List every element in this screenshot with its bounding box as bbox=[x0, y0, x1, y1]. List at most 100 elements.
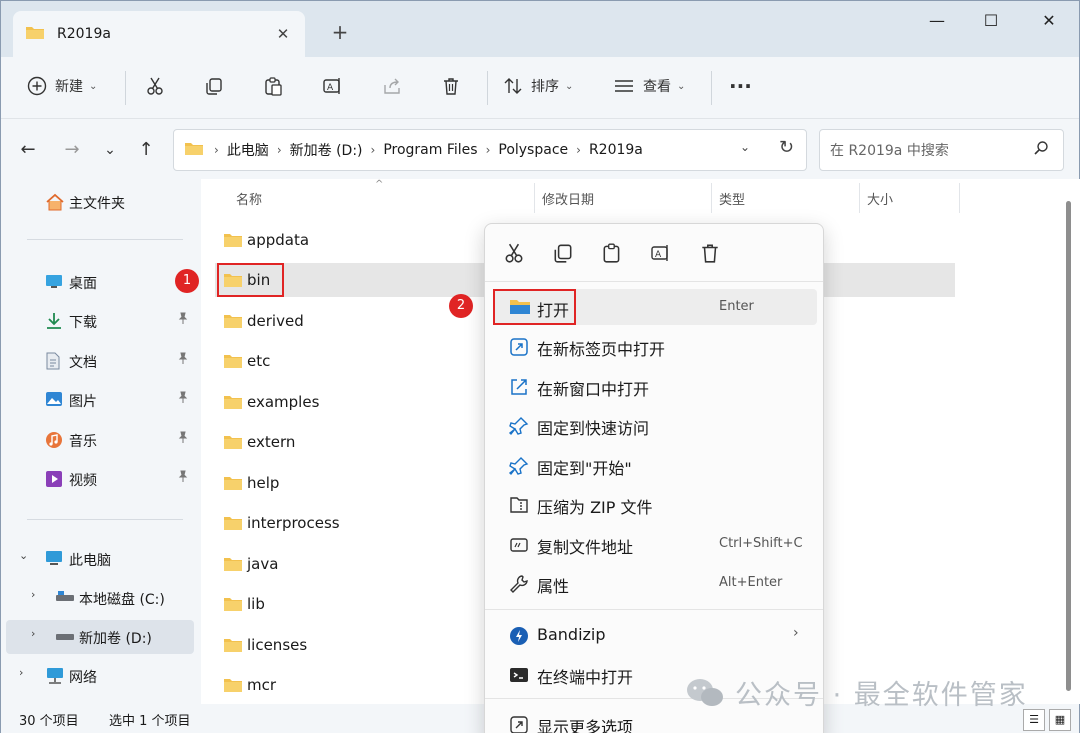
chevron-right-icon[interactable]: › bbox=[19, 666, 23, 679]
sidebar-item-drive-c[interactable]: › 本地磁盘 (C:) bbox=[1, 581, 196, 615]
sidebar-item-documents[interactable]: 文档 bbox=[1, 344, 196, 378]
view-button[interactable]: 查看 ⌄ bbox=[613, 71, 685, 101]
new-tab-icon bbox=[509, 337, 529, 357]
new-tab-button[interactable]: + bbox=[327, 19, 353, 45]
video-icon bbox=[45, 470, 63, 488]
scrollbar-thumb[interactable] bbox=[1066, 201, 1071, 691]
menu-item-compress-zip[interactable]: 压缩为 ZIP 文件 bbox=[493, 486, 817, 522]
folder-icon bbox=[25, 24, 45, 44]
tab-r2019a[interactable]: R2019a ✕ bbox=[13, 11, 305, 57]
up-button[interactable]: ↑ bbox=[133, 137, 159, 163]
refresh-icon[interactable]: ↻ bbox=[779, 137, 794, 158]
recent-locations-button[interactable]: ⌄ bbox=[97, 137, 123, 163]
trash-icon bbox=[444, 78, 458, 95]
back-button[interactable]: ← bbox=[15, 137, 41, 163]
copy-icon[interactable] bbox=[552, 242, 574, 264]
folder-icon bbox=[223, 434, 243, 454]
pin-icon[interactable] bbox=[177, 391, 189, 406]
breadcrumb-polyspace[interactable]: Polyspace bbox=[498, 142, 568, 158]
sidebar-item-downloads[interactable]: 下载 bbox=[1, 304, 196, 338]
sidebar-item-this-pc[interactable]: ⌄ 此电脑 bbox=[1, 542, 196, 576]
close-window-button[interactable]: ✕ bbox=[1029, 7, 1069, 35]
menu-item-label: 在新窗口中打开 bbox=[537, 380, 650, 399]
delete-button[interactable] bbox=[441, 71, 461, 101]
pin-icon[interactable] bbox=[177, 352, 189, 367]
sidebar-item-home[interactable]: 主文件夹 bbox=[1, 185, 196, 219]
maximize-button[interactable]: ☐ bbox=[971, 7, 1011, 35]
menu-item-label: 属性 bbox=[537, 577, 570, 596]
sidebar-item-network[interactable]: › 网络 bbox=[1, 659, 196, 693]
folder-icon bbox=[223, 637, 243, 657]
menu-item-open-new-tab[interactable]: 在新标签页中打开 bbox=[493, 328, 817, 364]
pin-icon[interactable] bbox=[177, 431, 189, 446]
pin-icon[interactable] bbox=[177, 312, 189, 327]
menu-item-label: Bandizip bbox=[537, 625, 606, 644]
desktop-icon bbox=[45, 273, 63, 291]
wechat-logo-icon bbox=[687, 678, 723, 706]
address-bar[interactable]: › 此电脑 › 新加卷 (D:) › Program Files › Polys… bbox=[173, 129, 807, 171]
copy-path-icon bbox=[509, 535, 529, 555]
drive-icon bbox=[55, 589, 74, 607]
plus-circle-icon bbox=[27, 76, 47, 96]
submenu-arrow-icon: › bbox=[793, 625, 799, 641]
chevron-right-icon[interactable]: › bbox=[31, 627, 35, 640]
sidebar-item-pictures[interactable]: 图片 bbox=[1, 383, 196, 417]
cut-button[interactable] bbox=[145, 71, 165, 101]
file-name: extern bbox=[247, 433, 296, 451]
network-icon bbox=[45, 667, 63, 685]
new-button[interactable]: 新建 ⌄ bbox=[27, 71, 97, 101]
menu-item-shortcut: Ctrl+Shift+C bbox=[719, 536, 803, 551]
breadcrumb-r2019a[interactable]: R2019a bbox=[589, 142, 643, 158]
sort-button[interactable]: 排序 ⌄ bbox=[503, 71, 573, 101]
pin-icon[interactable] bbox=[177, 470, 189, 485]
address-dropdown-icon[interactable]: ⌄ bbox=[740, 140, 750, 154]
sidebar-item-desktop[interactable]: 桌面 bbox=[1, 265, 196, 299]
rename-icon[interactable]: A bbox=[650, 242, 672, 264]
menu-item-pin-start[interactable]: 固定到"开始" bbox=[493, 447, 817, 483]
menu-item-open-new-window[interactable]: 在新窗口中打开 bbox=[493, 368, 817, 404]
delete-icon[interactable] bbox=[699, 242, 721, 264]
more-options-button[interactable]: ··· bbox=[729, 71, 752, 101]
copy-button[interactable] bbox=[204, 71, 224, 101]
menu-item-properties[interactable]: 属性 Alt+Enter bbox=[493, 565, 817, 601]
vertical-scrollbar[interactable] bbox=[1065, 201, 1073, 701]
paste-button[interactable] bbox=[263, 71, 283, 101]
details-view-button[interactable]: ☰ bbox=[1023, 709, 1045, 731]
sidebar-item-music[interactable]: 音乐 bbox=[1, 423, 196, 457]
tiles-view-button[interactable]: ▦ bbox=[1049, 709, 1071, 731]
breadcrumb-drive-d[interactable]: 新加卷 (D:) bbox=[290, 140, 363, 160]
copy-icon bbox=[206, 78, 222, 95]
sidebar-item-videos[interactable]: 视频 bbox=[1, 462, 196, 496]
sort-label: 排序 bbox=[531, 79, 559, 95]
chevron-down-icon[interactable]: ⌄ bbox=[19, 549, 28, 562]
sidebar-item-label: 视频 bbox=[69, 473, 97, 489]
share-button[interactable] bbox=[382, 71, 402, 101]
menu-item-bandizip[interactable]: Bandizip › bbox=[493, 617, 817, 653]
column-header-type[interactable]: 类型 bbox=[719, 189, 745, 208]
svg-text:A: A bbox=[655, 250, 662, 260]
menu-item-copy-path[interactable]: 复制文件地址 Ctrl+Shift+C bbox=[493, 526, 817, 562]
minimize-button[interactable]: — bbox=[917, 7, 957, 35]
column-header-modified[interactable]: 修改日期 bbox=[542, 189, 594, 208]
folder-icon bbox=[223, 232, 243, 252]
more-options-icon bbox=[509, 715, 529, 733]
cut-icon[interactable] bbox=[503, 242, 525, 264]
paste-icon[interactable] bbox=[601, 242, 623, 264]
sidebar-item-label: 图片 bbox=[69, 394, 97, 410]
sidebar-item-drive-d[interactable]: › 新加卷 (D:) bbox=[6, 620, 194, 654]
menu-item-pin-quick-access[interactable]: 固定到快速访问 bbox=[493, 407, 817, 443]
pictures-icon bbox=[45, 391, 63, 409]
rename-button[interactable]: A bbox=[322, 71, 344, 101]
search-input[interactable]: 在 R2019a 中搜索 bbox=[819, 129, 1064, 171]
step-badge-1: 1 bbox=[175, 269, 199, 293]
breadcrumb-program-files[interactable]: Program Files bbox=[383, 142, 477, 158]
column-header-size[interactable]: 大小 bbox=[867, 189, 893, 208]
tab-close-icon[interactable]: ✕ bbox=[273, 25, 293, 43]
chevron-right-icon[interactable]: › bbox=[31, 588, 35, 601]
forward-button[interactable]: → bbox=[59, 137, 85, 163]
chevron-down-icon: ⌄ bbox=[89, 80, 98, 92]
column-header-name[interactable]: 名称 bbox=[236, 189, 262, 208]
file-name: licenses bbox=[247, 636, 308, 654]
breadcrumb-this-pc[interactable]: 此电脑 bbox=[227, 140, 269, 160]
sidebar-item-label: 主文件夹 bbox=[69, 196, 125, 212]
